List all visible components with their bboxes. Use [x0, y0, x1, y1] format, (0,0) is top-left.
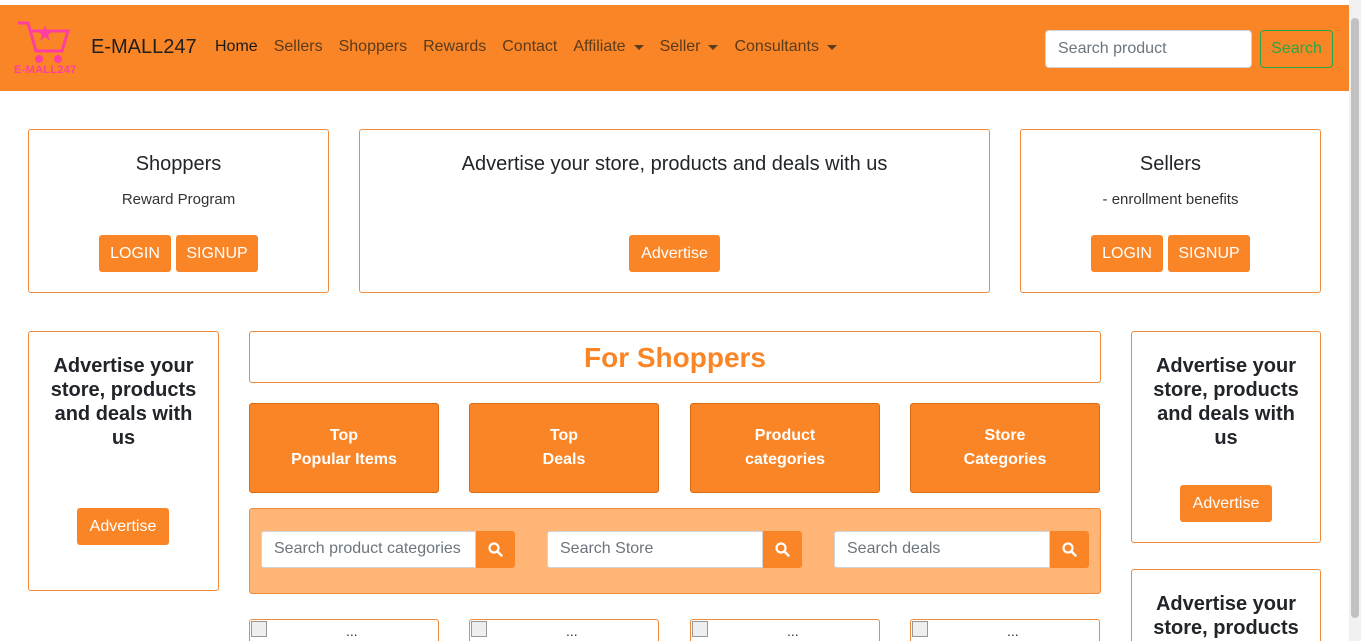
search-store-button[interactable]	[763, 531, 802, 568]
sellers-card: Sellers - enrollment benefits LOGIN SIGN…	[1020, 129, 1321, 293]
nav-home-label: Home	[215, 38, 258, 55]
right-advertise-card-2: Advertise your store, products	[1131, 569, 1321, 641]
caret-down-icon	[826, 44, 837, 50]
nav-seller-label: Seller	[659, 38, 701, 55]
search-button[interactable]: Search	[1260, 30, 1333, 68]
nav-affiliate-label: Affiliate	[573, 38, 626, 55]
tile-line1: Store	[984, 427, 1026, 444]
tile-store-categories[interactable]: Store Categories	[910, 403, 1100, 493]
sellers-signup-button[interactable]: SIGNUP	[1168, 235, 1250, 272]
sellers-login-button[interactable]: LOGIN	[1091, 235, 1163, 272]
tile-line2: categories	[744, 451, 826, 468]
thumbnail-alt-text: ...	[1007, 623, 1019, 639]
scrollbar-thumb[interactable]	[1351, 18, 1359, 618]
nav-shoppers-label: Shoppers	[338, 38, 408, 55]
search-icon	[1062, 542, 1077, 557]
nav-rewards[interactable]: Rewards	[423, 38, 486, 56]
thumbnail-alt-text: ...	[787, 623, 799, 639]
shoppers-card: Shoppers Reward Program LOGIN SIGNUP	[28, 129, 329, 293]
nav-contact-label: Contact	[502, 38, 558, 55]
shopping-cart-icon	[18, 21, 71, 63]
caret-down-icon	[708, 44, 719, 50]
nav-contact[interactable]: Contact	[502, 38, 557, 56]
right-advertise-title-2: Advertise your store, products	[1153, 593, 1299, 639]
shoppers-subtitle: Reward Program	[121, 191, 236, 208]
tile-product-categories[interactable]: Product categories	[690, 403, 880, 493]
nav-shoppers[interactable]: Shoppers	[339, 38, 408, 56]
broken-image-icon	[471, 621, 487, 637]
left-advertise-button[interactable]: Advertise	[77, 508, 169, 545]
search-deals-input[interactable]: Search deals	[834, 531, 1050, 568]
tile-line2: Categories	[963, 451, 1047, 468]
left-advertise-title: Advertise your store, products and deals…	[50, 355, 197, 449]
search-product-categories-input[interactable]: Search product categories	[261, 531, 476, 568]
sellers-subtitle: - enrollment benefits	[1102, 191, 1239, 208]
tile-line2: Popular Items	[291, 451, 397, 468]
caret-down-icon	[633, 44, 644, 50]
brand-logo[interactable]: E-MALL247	[14, 17, 78, 79]
nav-consultants-label: Consultants	[734, 38, 819, 55]
search-icon	[488, 542, 503, 557]
nav-affiliate-dropdown[interactable]: Affiliate	[573, 38, 644, 56]
broken-image-icon	[912, 621, 928, 637]
search-panel: Search product categories Search Store S…	[249, 508, 1101, 594]
search-product-input[interactable]: Search product	[1045, 30, 1252, 68]
nav-consultants-dropdown[interactable]: Consultants	[734, 38, 837, 56]
nav-links: Home Sellers Shoppers Rewards Contact Af…	[215, 38, 853, 56]
navbar: E-MALL247 E-MALL247 Home Sellers Shopper…	[0, 5, 1349, 91]
advertise-main-title: Advertise your store, products and deals…	[461, 153, 888, 175]
nav-sellers-label: Sellers	[273, 38, 323, 55]
tile-line2: Deals	[542, 451, 586, 468]
broken-image-icon	[692, 621, 708, 637]
tile-top-popular-items[interactable]: Top Popular Items	[249, 403, 439, 493]
thumbnail-alt-text: ...	[566, 623, 578, 639]
tile-top-deals[interactable]: Top Deals	[469, 403, 659, 493]
brand-name[interactable]: E-MALL247	[91, 36, 197, 59]
product-thumbnail[interactable]: ...	[910, 619, 1100, 641]
product-thumbnail[interactable]: ...	[469, 619, 659, 641]
product-thumbnail[interactable]: ...	[249, 619, 439, 641]
broken-image-icon	[251, 621, 267, 637]
shoppers-title: Shoppers	[135, 153, 222, 175]
tile-line1: Top	[329, 427, 359, 444]
right-advertise-card: Advertise your store, products and deals…	[1131, 331, 1321, 543]
search-icon	[775, 542, 790, 557]
left-advertise-card: Advertise your store, products and deals…	[28, 331, 219, 591]
nav-home[interactable]: Home	[215, 38, 258, 56]
sellers-title: Sellers	[1139, 153, 1202, 175]
nav-rewards-label: Rewards	[423, 38, 487, 55]
for-shoppers-heading: For Shoppers	[249, 331, 1101, 383]
nav-sellers[interactable]: Sellers	[274, 38, 323, 56]
nav-seller-dropdown[interactable]: Seller	[660, 38, 719, 56]
product-thumbnail[interactable]: ...	[690, 619, 880, 641]
search-deals-button[interactable]	[1050, 531, 1089, 568]
search-product-categories-button[interactable]	[476, 531, 515, 568]
logo-text: E-MALL247	[14, 64, 77, 76]
search-store-input[interactable]: Search Store	[547, 531, 763, 568]
thumbnail-alt-text: ...	[346, 623, 358, 639]
advertise-main-card: Advertise your store, products and deals…	[359, 129, 990, 293]
right-advertise-title: Advertise your store, products and deals…	[1153, 355, 1299, 449]
shoppers-login-button[interactable]: LOGIN	[99, 235, 171, 272]
tile-line1: Top	[549, 427, 579, 444]
shoppers-signup-button[interactable]: SIGNUP	[176, 235, 258, 272]
advertise-main-button[interactable]: Advertise	[629, 235, 720, 272]
right-advertise-button[interactable]: Advertise	[1180, 485, 1272, 522]
tile-line1: Product	[754, 427, 816, 444]
